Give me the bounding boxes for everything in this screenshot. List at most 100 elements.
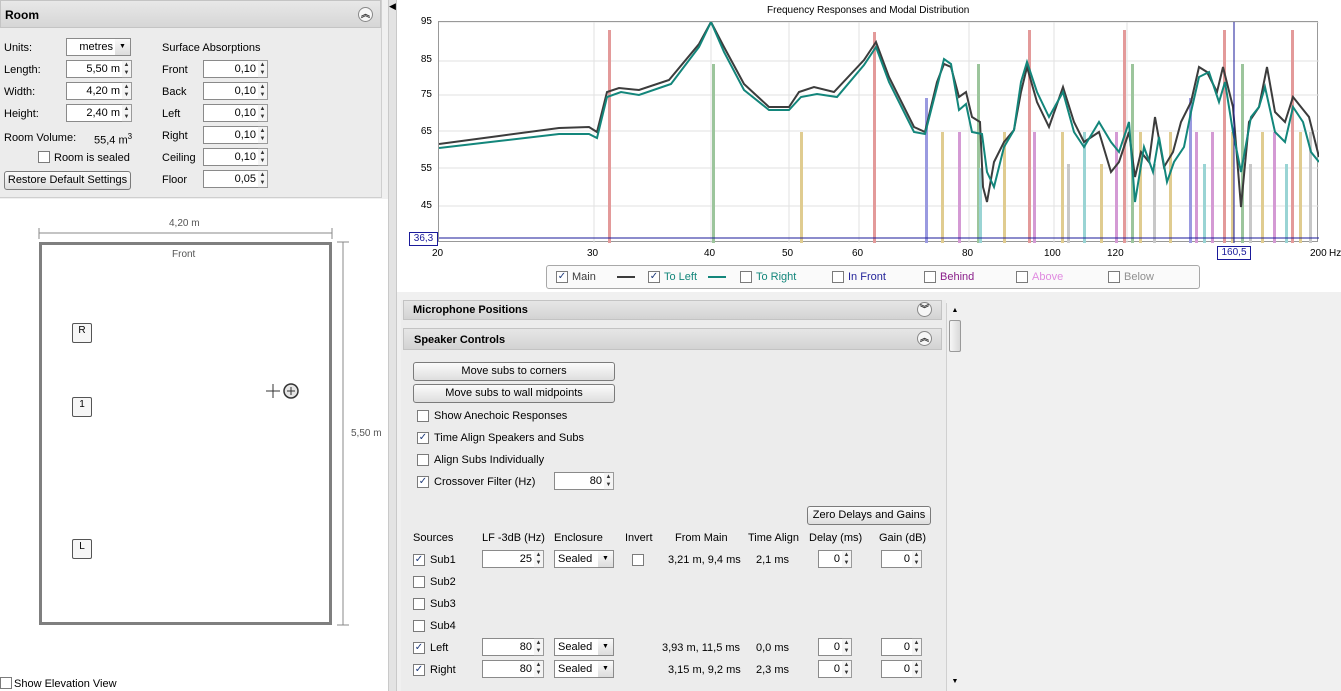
microphone-positions-header[interactable]: Microphone Positions ︾ (403, 300, 942, 320)
width-spinner-icon[interactable]: ▲ ▼ (122, 82, 132, 100)
legend-to-left-checkbox[interactable]: ✓ (648, 271, 660, 283)
crossover-field[interactable]: 80 (554, 472, 605, 490)
absorption-spinner-icon[interactable]: ▲ ▼ (258, 104, 268, 122)
sub1-enclosure-select[interactable]: Sealed (554, 550, 599, 568)
room-sealed-checkbox[interactable] (38, 151, 50, 163)
sub1-speaker-icon[interactable]: 1 (72, 397, 92, 417)
units-select[interactable]: metres (66, 38, 116, 56)
y-tick-label: 75 (420, 89, 432, 100)
absorption-spinner-icon[interactable]: ▲ ▼ (258, 126, 268, 144)
sub1-gain-spinner-icon[interactable]: ▲ ▼ (912, 550, 922, 568)
source-left-checkbox[interactable]: ✓ (413, 642, 425, 654)
sub1-lf-spinner-icon[interactable]: ▲ ▼ (534, 550, 544, 568)
sub1-delay-spinner-icon[interactable]: ▲ ▼ (842, 550, 852, 568)
absorption-spinner-icon[interactable]: ▲ ▼ (258, 60, 268, 78)
crossover-checkbox[interactable]: ✓ (417, 476, 429, 488)
show-elevation-checkbox[interactable] (0, 677, 12, 689)
scrollbar-thumb[interactable] (949, 320, 961, 352)
collapse-chevron-icon[interactable]: ︽ (358, 7, 373, 22)
source-sub4-checkbox[interactable] (413, 620, 425, 632)
legend-to-right-checkbox[interactable] (740, 271, 752, 283)
sub1-delay-field[interactable]: 0 (818, 550, 843, 568)
align-subs-label: Align Subs Individually (434, 454, 545, 466)
panel-splitter[interactable]: ◀ (388, 0, 397, 691)
speaker-left-icon[interactable]: L (72, 539, 92, 559)
source-sub3-checkbox[interactable] (413, 598, 425, 610)
left-enclosure-arrow-icon[interactable]: ▼ (598, 638, 614, 656)
source-right-checkbox[interactable]: ✓ (413, 664, 425, 676)
left-lf-spinner-icon[interactable]: ▲ ▼ (534, 638, 544, 656)
plot-svg (438, 19, 1320, 243)
legend-to-left-label: To Left (664, 271, 698, 283)
absorption-spinner-icon[interactable]: ▲ ▼ (258, 170, 268, 188)
speaker-right-icon[interactable]: R (72, 323, 92, 343)
x-tick-label: 20 (432, 248, 444, 259)
right-gain-field[interactable]: 0 (881, 660, 913, 678)
right-delay-field[interactable]: 0 (818, 660, 843, 678)
zero-delays-gains-button[interactable]: Zero Delays and Gains (807, 506, 931, 525)
right-enclosure-arrow-icon[interactable]: ▼ (598, 660, 614, 678)
legend-main-checkbox[interactable]: ✓ (556, 271, 568, 283)
absorption-spinner-icon[interactable]: ▲ ▼ (258, 82, 268, 100)
absorption-field-ceiling[interactable]: 0,10 (203, 148, 259, 166)
splitter-arrow-icon[interactable]: ◀ (389, 1, 396, 12)
legend-behind-checkbox[interactable] (924, 271, 936, 283)
absorption-spinner-icon[interactable]: ▲ ▼ (258, 148, 268, 166)
absorption-field-right[interactable]: 0,10 (203, 126, 259, 144)
align-subs-checkbox[interactable] (417, 454, 429, 466)
legend-above-checkbox[interactable] (1016, 271, 1028, 283)
left-delay-field[interactable]: 0 (818, 638, 843, 656)
absorption-field-back[interactable]: 0,10 (203, 82, 259, 100)
right-lf-field[interactable]: 80 (482, 660, 535, 678)
source-left-label: Left (430, 642, 449, 654)
frequency-plot[interactable] (438, 19, 1320, 243)
y-tick-label: 55 (420, 163, 432, 174)
absorption-field-left[interactable]: 0,10 (203, 104, 259, 122)
room-panel-header[interactable]: Room ︽ (0, 0, 381, 28)
absorption-field-front[interactable]: 0,10 (203, 60, 259, 78)
height-field[interactable]: 2,40 m (66, 104, 123, 122)
left-lf-field[interactable]: 80 (482, 638, 535, 656)
sub1-invert-checkbox[interactable] (632, 554, 644, 566)
controls-panel (401, 300, 946, 691)
width-field[interactable]: 4,20 m (66, 82, 123, 100)
length-spinner-icon[interactable]: ▲ ▼ (122, 60, 132, 78)
crossover-spinner-icon[interactable]: ▲ ▼ (604, 472, 614, 490)
show-anechoic-checkbox[interactable] (417, 410, 429, 422)
scroll-up-arrow-icon[interactable]: ▲ (948, 304, 962, 318)
source-sub2-checkbox[interactable] (413, 576, 425, 588)
right-enclosure-select[interactable]: Sealed (554, 660, 599, 678)
absorption-label-floor: Floor (162, 174, 188, 186)
left-delay-spinner-icon[interactable]: ▲ ▼ (842, 638, 852, 656)
collapse-chevron-icon[interactable]: ︽ (917, 331, 932, 346)
right-delay-spinner-icon[interactable]: ▲ ▼ (842, 660, 852, 678)
expand-chevron-icon[interactable]: ︾ (917, 302, 932, 317)
sub1-lf-field[interactable]: 25 (482, 550, 535, 568)
source-sub1-checkbox[interactable]: ✓ (413, 554, 425, 566)
speaker-controls-header[interactable]: Speaker Controls ︽ (403, 328, 942, 350)
legend-in-front-checkbox[interactable] (832, 271, 844, 283)
left-enclosure-select[interactable]: Sealed (554, 638, 599, 656)
left-gain-spinner-icon[interactable]: ▲ ▼ (912, 638, 922, 656)
controls-scrollbar[interactable]: ▲ ▼ (946, 303, 963, 691)
length-field[interactable]: 5,50 m (66, 60, 123, 78)
x-unit-label: Hz (1329, 248, 1341, 259)
legend-below-checkbox[interactable] (1108, 271, 1120, 283)
sub1-enclosure-arrow-icon[interactable]: ▼ (598, 550, 614, 568)
room-volume-value: 55,4 m3 (94, 132, 133, 147)
front-wall-label: Front (172, 249, 196, 260)
left-gain-field[interactable]: 0 (881, 638, 913, 656)
height-spinner-icon[interactable]: ▲ ▼ (122, 104, 132, 122)
move-subs-corners-button[interactable]: Move subs to corners (413, 362, 615, 381)
absorption-field-floor[interactable]: 0,05 (203, 170, 259, 188)
right-lf-spinner-icon[interactable]: ▲ ▼ (534, 660, 544, 678)
scroll-down-arrow-icon[interactable]: ▼ (948, 675, 962, 689)
restore-default-button[interactable]: Restore Default Settings (4, 171, 131, 190)
time-align-checkbox[interactable]: ✓ (417, 432, 429, 444)
move-subs-midpoints-button[interactable]: Move subs to wall midpoints (413, 384, 615, 403)
crossover-label: Crossover Filter (Hz) (434, 476, 536, 488)
microphone-position-icon[interactable] (264, 380, 304, 404)
sub1-gain-field[interactable]: 0 (881, 550, 913, 568)
units-dropdown-arrow-icon[interactable]: ▼ (115, 38, 131, 56)
right-gain-spinner-icon[interactable]: ▲ ▼ (912, 660, 922, 678)
